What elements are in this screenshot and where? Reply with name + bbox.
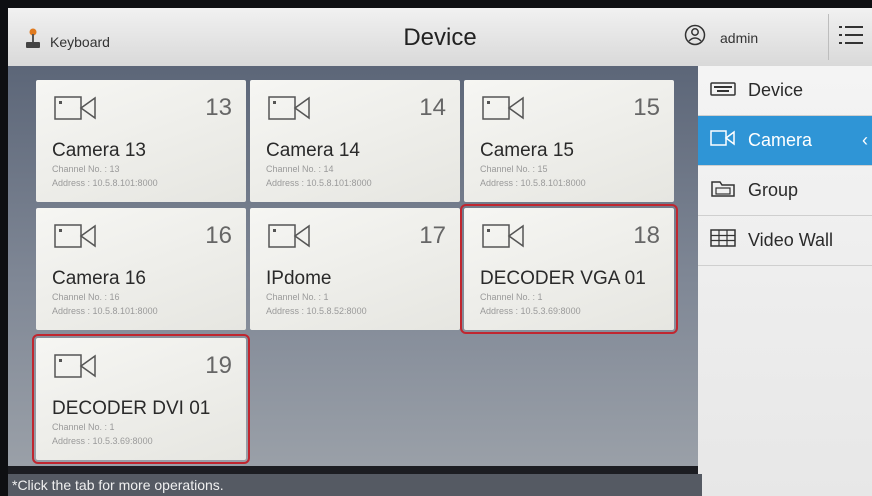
video-wall-icon xyxy=(710,229,736,252)
group-icon xyxy=(710,178,736,203)
camera-name: Camera 14 xyxy=(266,140,360,161)
channel-info: Channel No. : 1 xyxy=(52,422,115,432)
user-account[interactable]: admin xyxy=(684,24,758,51)
channel-number: 15 xyxy=(633,94,660,121)
channel-info: Channel No. : 16 xyxy=(52,292,120,302)
camera-card[interactable]: 19 DECODER DVI 01 Channel No. : 1 Address :… xyxy=(32,334,250,464)
screen-bezel-left xyxy=(0,0,8,496)
camera-name: Camera 15 xyxy=(480,140,574,161)
screen-bezel-top xyxy=(0,0,872,8)
camera-icon xyxy=(482,94,526,127)
camera-icon xyxy=(54,222,98,255)
sidebar-item-label: Video Wall xyxy=(748,230,834,250)
camera-icon xyxy=(54,352,98,385)
camera-icon xyxy=(482,222,526,255)
address-info: Address : 10.5.8.101:8000 xyxy=(52,178,158,188)
channel-info: Channel No. : 13 xyxy=(52,164,120,174)
channel-info: Channel No. : 1 xyxy=(266,292,329,302)
address-info: Address : 10.5.8.101:8000 xyxy=(266,178,372,188)
channel-info: Channel No. : 15 xyxy=(480,164,548,174)
channel-number: 19 xyxy=(205,352,232,379)
camera-grid: 13 Camera 13 Channel No. : 13 Address : 10.… xyxy=(8,66,698,490)
camera-card[interactable]: 14 Camera 14 Channel No. : 14 Address : 10.… xyxy=(250,80,460,202)
sidebar-item-label: Group xyxy=(748,180,799,200)
camera-icon xyxy=(710,130,736,151)
sidebar-item-video-wall[interactable]: Video Wall xyxy=(698,216,872,266)
channel-number: 16 xyxy=(205,222,232,249)
menu-icon xyxy=(839,24,863,51)
hint-bar: *Click the tab for more operations. xyxy=(8,474,702,496)
address-info: Address : 10.5.8.52:8000 xyxy=(266,306,367,316)
camera-icon xyxy=(54,94,98,127)
user-icon xyxy=(684,24,706,51)
camera-icon xyxy=(268,94,312,127)
top-bar: Keyboard Device admin xyxy=(8,8,872,67)
camera-name: Camera 13 xyxy=(52,140,146,161)
keyboard-icon xyxy=(710,80,736,101)
channel-number: 14 xyxy=(419,94,446,121)
sidebar: Device Camera ‹ Group Video Wall xyxy=(698,66,872,496)
joystick-icon xyxy=(24,28,42,55)
camera-name: DECODER DVI 01 xyxy=(52,398,211,419)
address-info: Address : 10.5.8.101:8000 xyxy=(480,178,586,188)
camera-card[interactable]: 17 IPdome Channel No. : 1 Address : 10.5.8.… xyxy=(250,208,460,330)
channel-info: Channel No. : 14 xyxy=(266,164,334,174)
sidebar-item-label: Device xyxy=(748,80,804,100)
channel-number: 13 xyxy=(205,94,232,121)
camera-name: IPdome xyxy=(266,268,332,289)
sidebar-item-camera[interactable]: Camera ‹ xyxy=(698,116,872,166)
keyboard-label: Keyboard xyxy=(50,33,110,50)
camera-icon xyxy=(268,222,312,255)
channel-number: 18 xyxy=(633,222,660,249)
address-info: Address : 10.5.3.69:8000 xyxy=(480,306,581,316)
camera-card[interactable]: 15 Camera 15 Channel No. : 15 Address : 10.… xyxy=(464,80,674,202)
sidebar-item-label: Camera xyxy=(748,130,813,150)
camera-name: Camera 16 xyxy=(52,268,146,289)
sidebar-item-group[interactable]: Group xyxy=(698,166,872,216)
menu-button[interactable] xyxy=(828,14,872,60)
camera-card[interactable]: 18 DECODER VGA 01 Channel No. : 1 Address :… xyxy=(460,204,678,334)
chevron-left-icon: ‹ xyxy=(862,130,868,150)
address-info: Address : 10.5.8.101:8000 xyxy=(52,306,158,316)
camera-card[interactable]: 16 Camera 16 Channel No. : 16 Address : 10.… xyxy=(36,208,246,330)
address-info: Address : 10.5.3.69:8000 xyxy=(52,436,153,446)
channel-number: 17 xyxy=(419,222,446,249)
camera-card[interactable]: 13 Camera 13 Channel No. : 13 Address : 10.… xyxy=(36,80,246,202)
channel-info: Channel No. : 1 xyxy=(480,292,543,302)
camera-name: DECODER VGA 01 xyxy=(480,268,646,289)
keyboard-button[interactable]: Keyboard xyxy=(24,28,110,55)
sidebar-item-device[interactable]: Device xyxy=(698,66,872,116)
username-label: admin xyxy=(720,29,759,46)
